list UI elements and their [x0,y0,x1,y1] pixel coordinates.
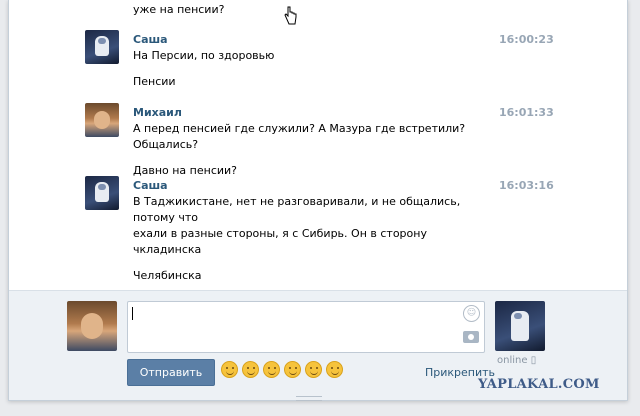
emoji-bar [221,361,343,378]
peer-avatar[interactable] [495,301,545,351]
message-text: А перед пенсией где служили? А Мазура гд… [133,121,493,179]
message-author[interactable]: Михаил [133,106,182,119]
avatar[interactable] [85,30,119,64]
blush-emoji-icon[interactable] [305,361,322,378]
wink-emoji-icon[interactable] [242,361,259,378]
message-line: В Таджикистане, нет не разговаривали, и … [133,195,461,224]
message-author[interactable]: Саша [133,33,168,46]
message-text: На Персии, по здоровью Пенсии [133,48,493,90]
online-status: online ▯ [497,355,536,366]
send-button[interactable]: Отправить [127,359,215,386]
hand-cursor-icon [284,6,297,25]
phone-icon: ▯ [530,355,537,366]
message-time: 16:01:33 [499,106,554,119]
message-line: На Персии, по здоровью [133,49,275,62]
surprised-emoji-icon[interactable] [326,361,343,378]
message-line: Челябинска [133,269,202,282]
message-line: Давно на пенсии? [133,164,238,177]
smile-emoji-icon[interactable] [221,361,238,378]
message-line: А перед пенсией где служили? А Мазура гд… [133,122,466,151]
message-author[interactable]: Саша [133,179,168,192]
message-history: уже на пенсии? Саша 16:00:23 На Персии, … [9,0,627,290]
previous-message-line: уже на пенсии? [133,3,225,16]
resize-handle[interactable] [296,396,322,401]
message-time: 16:03:16 [499,179,554,192]
avatar[interactable] [85,176,119,210]
message-line: ехали в разные стороны, я с Сибирь. Он в… [133,227,427,256]
grin-emoji-icon[interactable] [263,361,280,378]
online-status-label: online [497,355,528,366]
message-input[interactable] [127,301,485,353]
message-line: Пенсии [133,75,176,88]
watermark: YAPLAKAL.COM [478,377,600,392]
scream-emoji-icon[interactable] [284,361,301,378]
avatar[interactable] [85,103,119,137]
chat-window: уже на пенсии? Саша 16:00:23 На Персии, … [8,0,628,401]
message-text: В Таджикистане, нет не разговаривали, и … [133,194,493,284]
message-time: 16:00:23 [499,33,554,46]
my-avatar[interactable] [67,301,117,351]
